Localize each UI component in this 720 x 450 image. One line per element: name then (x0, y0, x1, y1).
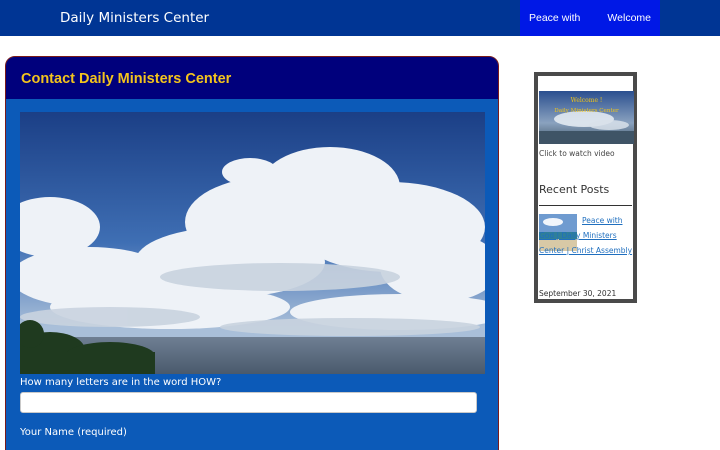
video-caption[interactable]: Click to watch video (539, 149, 615, 158)
nav-item-welcome[interactable]: Welcome (598, 0, 660, 36)
contact-panel: Contact Daily Ministers Center How many … (5, 56, 499, 450)
panel-header: Contact Daily Ministers Center (6, 57, 498, 99)
name-field-label: Your Name (required) (20, 427, 127, 438)
captcha-label: How many letters are in the word HOW? (20, 377, 222, 388)
nav-item-peace-with-god[interactable]: Peace with God (520, 0, 598, 60)
site-title[interactable]: Daily Ministers Center (60, 10, 209, 26)
thumb-text-line-1: Welcome ! (571, 97, 603, 104)
main-menu: Peace with God Welcome (520, 0, 660, 60)
top-navigation-bar: Daily Ministers Center Peace with God We… (0, 0, 720, 60)
recent-post-link[interactable]: Peace with God | Daily Ministers Center … (539, 213, 634, 258)
captcha-input[interactable] (20, 392, 477, 413)
thumb-text-line-2: Daily Ministers Center (554, 108, 619, 114)
recent-post-date: September 30, 2021 (539, 289, 617, 298)
video-thumbnail[interactable]: Welcome ! Daily Ministers Center (539, 91, 634, 144)
hero-sky-image (20, 112, 485, 374)
sidebar-widget: Welcome ! Daily Ministers Center Click t… (534, 72, 637, 303)
divider (539, 205, 632, 206)
page-title: Contact Daily Ministers Center (21, 71, 232, 87)
recent-posts-heading: Recent Posts (539, 183, 610, 196)
